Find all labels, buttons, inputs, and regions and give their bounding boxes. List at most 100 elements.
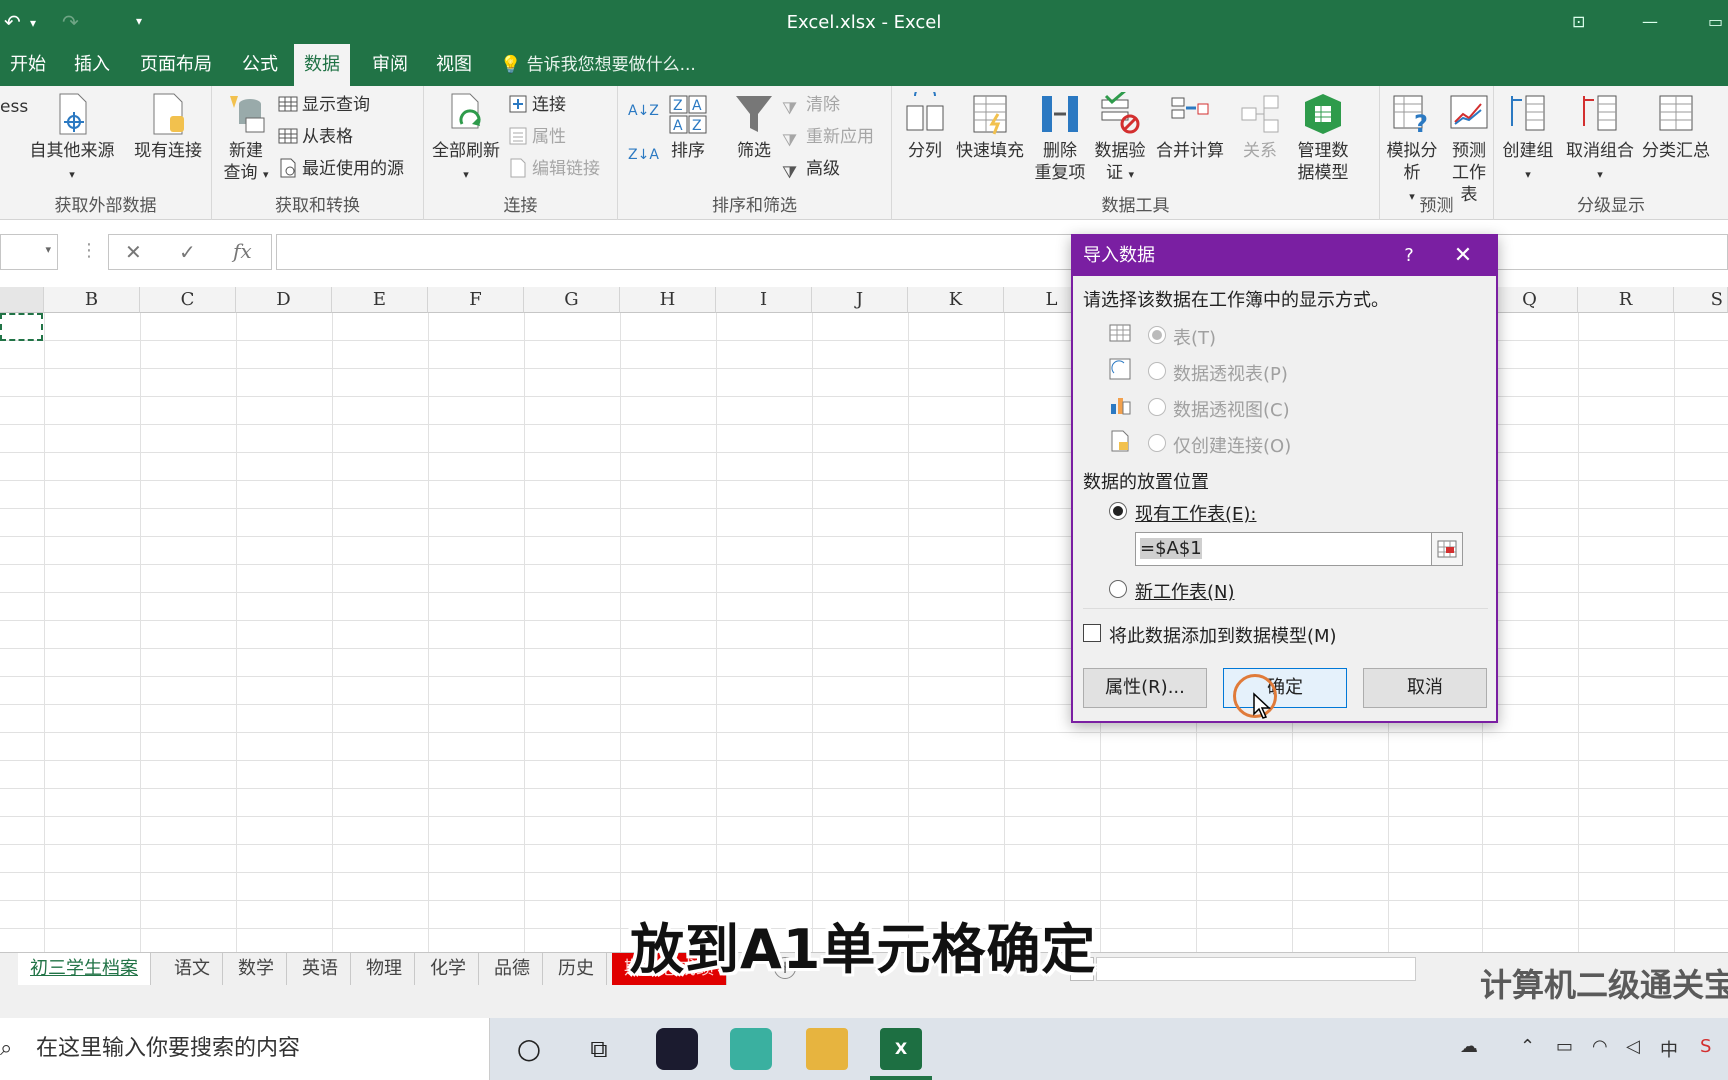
reapply-button[interactable]: ⧩ 重新应用 [782,124,874,151]
column-header-h[interactable]: H [620,287,716,313]
ime-indicator[interactable]: 中 [1660,1036,1678,1062]
radio-pivot-table[interactable] [1148,362,1166,380]
column-header-e[interactable]: E [332,287,428,313]
active-cell-marquee[interactable] [0,313,43,341]
add-to-data-model-checkbox[interactable] [1083,624,1101,642]
forecast-sheet-button[interactable]: 预测 工作表 [1444,92,1494,206]
maximize-icon[interactable]: ▭ [1708,12,1723,31]
sheet-tab-6[interactable]: 化学 [418,953,479,985]
cancel-button[interactable]: 取消 [1363,668,1487,708]
tab-insert[interactable]: 插入 [64,44,120,86]
sort-button[interactable]: ZAAZ 排序 [658,92,718,162]
tab-home[interactable]: 开始 [0,44,56,86]
manage-data-model-button[interactable]: 管理数 据模型 [1288,92,1358,184]
from-table-button[interactable]: 从表格 [278,124,353,150]
new-query-button[interactable]: 新建 查询 ▾ [218,92,274,186]
tab-formulas[interactable]: 公式 [232,44,288,86]
close-icon[interactable]: ✕ [1443,236,1483,276]
insert-function-icon[interactable]: fx [233,239,252,263]
sheet-tab-3[interactable]: 数学 [226,953,287,985]
ungroup-button[interactable]: 取消组合 ▾ [1560,92,1640,186]
sogou-ime-icon[interactable]: S [1700,1036,1711,1057]
tab-review[interactable]: 审阅 [362,44,418,86]
sheet-tab-8[interactable]: 历史 [546,953,607,985]
consolidate-button[interactable]: 合并计算 [1150,92,1230,162]
flash-fill-button[interactable]: 快速填充 [952,92,1028,162]
advanced-filter-button[interactable]: ⧩ 高级 [782,156,840,183]
name-box[interactable]: ▾ [0,234,58,270]
tell-me-box[interactable]: 💡 告诉我您想要做什么... [500,44,696,86]
refresh-all-button[interactable]: 全部刷新 ▾ [428,92,504,186]
taskbar-search[interactable]: ⌕ 在这里输入你要搜索的内容 [0,1018,490,1080]
name-box-dropdown-icon[interactable]: ▾ [45,243,51,256]
lightbulb-icon: 💡 [500,55,522,75]
battery-icon[interactable]: ▭ [1556,1036,1573,1057]
remove-duplicates-button[interactable]: 删除 重复项 [1030,92,1090,184]
sheet-tab-1[interactable]: 初三学生档案 [18,953,151,985]
radio-connection-only[interactable] [1148,434,1166,452]
task-view-icon[interactable]: ⧉ [578,1028,620,1070]
group-button[interactable]: 创建组 ▾ [1496,92,1560,186]
video-app-icon[interactable] [656,1028,698,1070]
from-other-sources-button[interactable]: 自其他来源 ▾ [24,92,120,186]
radio-table[interactable] [1148,326,1166,344]
column-header-g[interactable]: G [524,287,620,313]
select-all-corner[interactable] [0,287,44,313]
subtotal-button[interactable]: 分类汇总 [1636,92,1716,162]
volume-icon[interactable]: ◁ [1626,1036,1640,1057]
existing-connections-button[interactable]: 现有连接 [130,92,206,162]
minimize-icon[interactable]: — [1642,12,1658,31]
edit-links-button[interactable]: 编辑链接 [508,156,600,182]
column-header-k[interactable]: K [908,287,1004,313]
sort-ascending-icon[interactable]: A↓Z [628,98,659,124]
formula-input[interactable] [276,234,1728,270]
filter-button[interactable]: 筛选 [724,92,784,162]
sheet-tab-5[interactable]: 物理 [354,953,415,985]
show-queries-button[interactable]: 显示查询 [278,92,370,118]
column-header-b[interactable]: B [44,287,140,313]
column-header-s[interactable]: S [1674,287,1728,313]
collapse-dialog-icon[interactable] [1431,532,1463,566]
recent-sources-button[interactable]: 最近使用的源 [278,156,404,182]
column-header-d[interactable]: D [236,287,332,313]
sort-icon: Z AA Z [669,95,707,134]
column-header-j[interactable]: J [812,287,908,313]
column-header-c[interactable]: C [140,287,236,313]
properties-button[interactable]: 属性 [508,124,566,150]
text-to-columns-button[interactable]: 分列 [900,92,950,162]
column-header-r[interactable]: R [1578,287,1674,313]
radio-existing-sheet[interactable] [1109,502,1127,520]
tab-page-layout[interactable]: 页面布局 [130,44,222,86]
clear-button[interactable]: ⧩ 清除 [782,92,840,119]
connections-button[interactable]: 连接 [508,92,566,118]
search-icon: ⌕ [0,1036,13,1061]
reference-input[interactable]: =$A$1 [1135,532,1433,566]
sheet-tab-2[interactable]: 语文 [162,953,223,985]
weather-icon[interactable]: ☁ [1460,1036,1478,1057]
cancel-formula-icon[interactable]: ✕ [125,240,142,264]
sheet-tab-7[interactable]: 品德 [482,953,543,985]
excel-taskbar-icon[interactable]: X [880,1028,922,1070]
properties-button[interactable]: 属性(R)... [1083,668,1207,708]
ribbon-display-icon[interactable]: ⊡ [1572,12,1585,31]
enter-formula-icon[interactable]: ✓ [179,240,196,264]
file-explorer-icon[interactable] [806,1028,848,1070]
app-icon[interactable] [730,1028,772,1070]
network-icon[interactable]: ◠ [1592,1036,1608,1057]
data-validation-button[interactable]: 数据验 证 ▾ [1090,92,1150,186]
radio-pivot-chart[interactable] [1148,398,1166,416]
tab-data[interactable]: 数据 [294,44,350,86]
relationships-button[interactable]: 关系 [1232,92,1288,162]
display-prompt: 请选择该数据在工作簿中的显示方式。 [1083,290,1389,311]
data-validation-label-1: 数据验 [1094,141,1146,161]
help-icon[interactable]: ? [1389,236,1429,276]
column-header-i[interactable]: I [716,287,812,313]
tab-view[interactable]: 视图 [426,44,482,86]
cortana-icon[interactable]: ○ [508,1028,550,1070]
tray-expand-icon[interactable]: ⌃ [1520,1036,1535,1057]
sheet-tab-4[interactable]: 英语 [290,953,351,985]
horizontal-scrollbar[interactable] [1096,957,1416,981]
sort-descending-icon[interactable]: Z↓A [628,142,659,168]
column-header-f[interactable]: F [428,287,524,313]
radio-new-sheet[interactable] [1109,580,1127,598]
